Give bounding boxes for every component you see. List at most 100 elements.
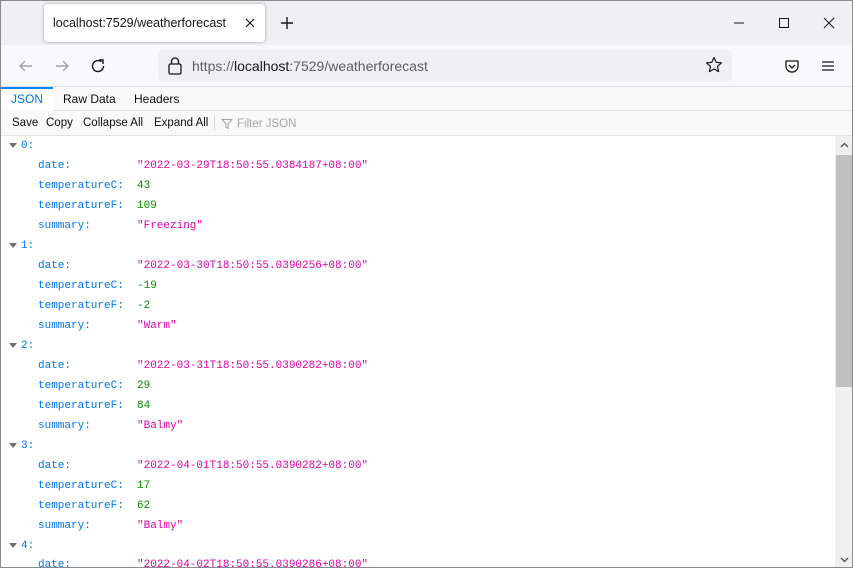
json-key: temperatureC: <box>38 280 124 292</box>
copy-button[interactable]: Copy <box>46 111 73 135</box>
url-prefix: https:// <box>192 58 235 74</box>
scrollbar-thumb[interactable] <box>836 155 852 387</box>
json-key: temperatureC: <box>38 180 124 192</box>
json-value: "2022-03-31T18:50:55.0390282+08:00" <box>137 360 369 372</box>
url-bar[interactable]: https://localhost:7529/weatherforecast <box>158 50 732 81</box>
json-toolbar: Save Copy Collapse All Expand All Filter… <box>1 111 852 136</box>
json-row[interactable]: temperatureC: 43 <box>1 176 835 196</box>
json-row[interactable]: temperatureC: 17 <box>1 476 835 496</box>
browser-tab-weatherforecast[interactable]: localhost:7529/weatherforecast <box>44 4 265 42</box>
toolbar-divider <box>214 116 215 130</box>
json-row[interactable]: date: "2022-03-31T18:50:55.0390282+08:00" <box>1 356 835 376</box>
expand-twisty-icon[interactable] <box>9 143 17 148</box>
scroll-up-arrow-icon[interactable] <box>835 136 852 153</box>
json-row[interactable]: temperatureC: 29 <box>1 376 835 396</box>
json-row[interactable]: date: "2022-04-02T18:50:55.0390286+08:00" <box>1 555 835 568</box>
browser-window: localhost:7529/weatherforecast https://l… <box>0 0 853 568</box>
json-value: 109 <box>137 200 157 212</box>
json-row[interactable]: temperatureF: -2 <box>1 296 835 316</box>
json-row[interactable]: temperatureF: 84 <box>1 396 835 416</box>
json-value: -2 <box>137 300 151 312</box>
array-index: 4: <box>21 540 35 552</box>
tab-headers[interactable]: Headers <box>124 87 189 111</box>
json-key: date: <box>38 460 72 472</box>
json-value: 17 <box>137 480 151 492</box>
json-key: date: <box>38 160 72 172</box>
json-row[interactable]: temperatureF: 109 <box>1 196 835 216</box>
maximize-icon[interactable] <box>770 9 798 37</box>
menu-hamburger-icon[interactable] <box>814 52 842 80</box>
tab-strip: localhost:7529/weatherforecast <box>1 1 852 45</box>
json-key: temperatureF: <box>38 300 124 312</box>
filter-placeholder: Filter JSON <box>237 117 297 130</box>
json-row[interactable]: date: "2022-03-29T18:50:55.0384187+08:00" <box>1 156 835 176</box>
json-row[interactable]: summary: "Warm" <box>1 316 835 336</box>
json-row[interactable]: temperatureF: 62 <box>1 496 835 516</box>
url-host: localhost <box>234 58 290 74</box>
minimize-icon[interactable] <box>725 9 753 37</box>
expand-twisty-icon[interactable] <box>9 243 17 248</box>
json-key: summary: <box>38 520 91 532</box>
json-value: "Warm" <box>137 320 177 332</box>
close-window-icon[interactable] <box>815 9 843 37</box>
lock-icon[interactable] <box>166 56 184 76</box>
array-index: 0: <box>21 140 35 152</box>
tab-json[interactable]: JSON <box>1 87 54 111</box>
vertical-scrollbar[interactable] <box>835 136 852 567</box>
json-row[interactable]: summary: "Balmy" <box>1 416 835 436</box>
expand-twisty-icon[interactable] <box>9 343 17 348</box>
forward-arrow-icon[interactable] <box>48 52 76 80</box>
json-key: temperatureC: <box>38 380 124 392</box>
json-value: "Freezing" <box>137 220 204 232</box>
json-value: "2022-03-30T18:50:55.0390256+08:00" <box>137 260 369 272</box>
expand-twisty-icon[interactable] <box>9 543 17 548</box>
pocket-icon[interactable] <box>778 52 806 80</box>
expand-all-button[interactable]: Expand All <box>154 111 208 135</box>
bookmark-star-icon[interactable] <box>705 56 723 74</box>
json-value: "Balmy" <box>137 420 184 432</box>
json-value: "2022-04-01T18:50:55.0390282+08:00" <box>137 460 369 472</box>
url-text[interactable]: https://localhost:7529/weatherforecast <box>192 58 428 74</box>
json-tree: 0: date: "2022-03-29T18:50:55.0384187+08:… <box>1 136 835 568</box>
array-index: 1: <box>21 240 35 252</box>
json-key: date: <box>38 260 72 272</box>
json-key: date: <box>38 360 72 372</box>
collapse-all-button[interactable]: Collapse All <box>83 111 143 135</box>
json-viewer-tabs: JSON Raw Data Headers <box>1 87 852 111</box>
tab-raw-data[interactable]: Raw Data <box>53 87 126 111</box>
reload-icon[interactable] <box>84 52 112 80</box>
json-array-item[interactable]: 1: <box>1 236 835 256</box>
scroll-down-arrow-icon[interactable] <box>835 551 852 567</box>
filter-icon <box>221 118 233 129</box>
json-value: 62 <box>137 500 151 512</box>
tab-title: localhost:7529/weatherforecast <box>53 16 227 30</box>
array-index: 2: <box>21 340 35 352</box>
save-button[interactable]: Save <box>12 111 38 135</box>
json-array-item[interactable]: 2: <box>1 336 835 356</box>
json-key: summary: <box>38 320 91 332</box>
json-value: "Balmy" <box>137 520 184 532</box>
json-value: 29 <box>137 380 151 392</box>
json-row[interactable]: date: "2022-03-30T18:50:55.0390256+08:00" <box>1 256 835 276</box>
url-path: :7529/weatherforecast <box>289 58 428 74</box>
json-array-item[interactable]: 3: <box>1 436 835 456</box>
json-key: temperatureF: <box>38 500 124 512</box>
json-value: 84 <box>137 400 151 412</box>
json-array-item[interactable]: 4: <box>1 536 835 556</box>
expand-twisty-icon[interactable] <box>9 443 17 448</box>
json-value: -19 <box>137 280 157 292</box>
json-array-item[interactable]: 0: <box>1 136 835 156</box>
new-tab-icon[interactable] <box>275 11 299 35</box>
json-key: temperatureC: <box>38 480 124 492</box>
filter-json-input[interactable]: Filter JSON <box>221 115 296 132</box>
json-row[interactable]: date: "2022-04-01T18:50:55.0390282+08:00" <box>1 456 835 476</box>
json-value: 43 <box>137 180 151 192</box>
json-row[interactable]: temperatureC: -19 <box>1 276 835 296</box>
json-value: "2022-04-02T18:50:55.0390286+08:00" <box>137 559 369 568</box>
json-key: temperatureF: <box>38 200 124 212</box>
json-key: summary: <box>38 420 91 432</box>
json-row[interactable]: summary: "Balmy" <box>1 516 835 536</box>
json-row[interactable]: summary: "Freezing" <box>1 216 835 236</box>
back-arrow-icon[interactable] <box>12 52 40 80</box>
close-tab-icon[interactable] <box>240 13 260 33</box>
